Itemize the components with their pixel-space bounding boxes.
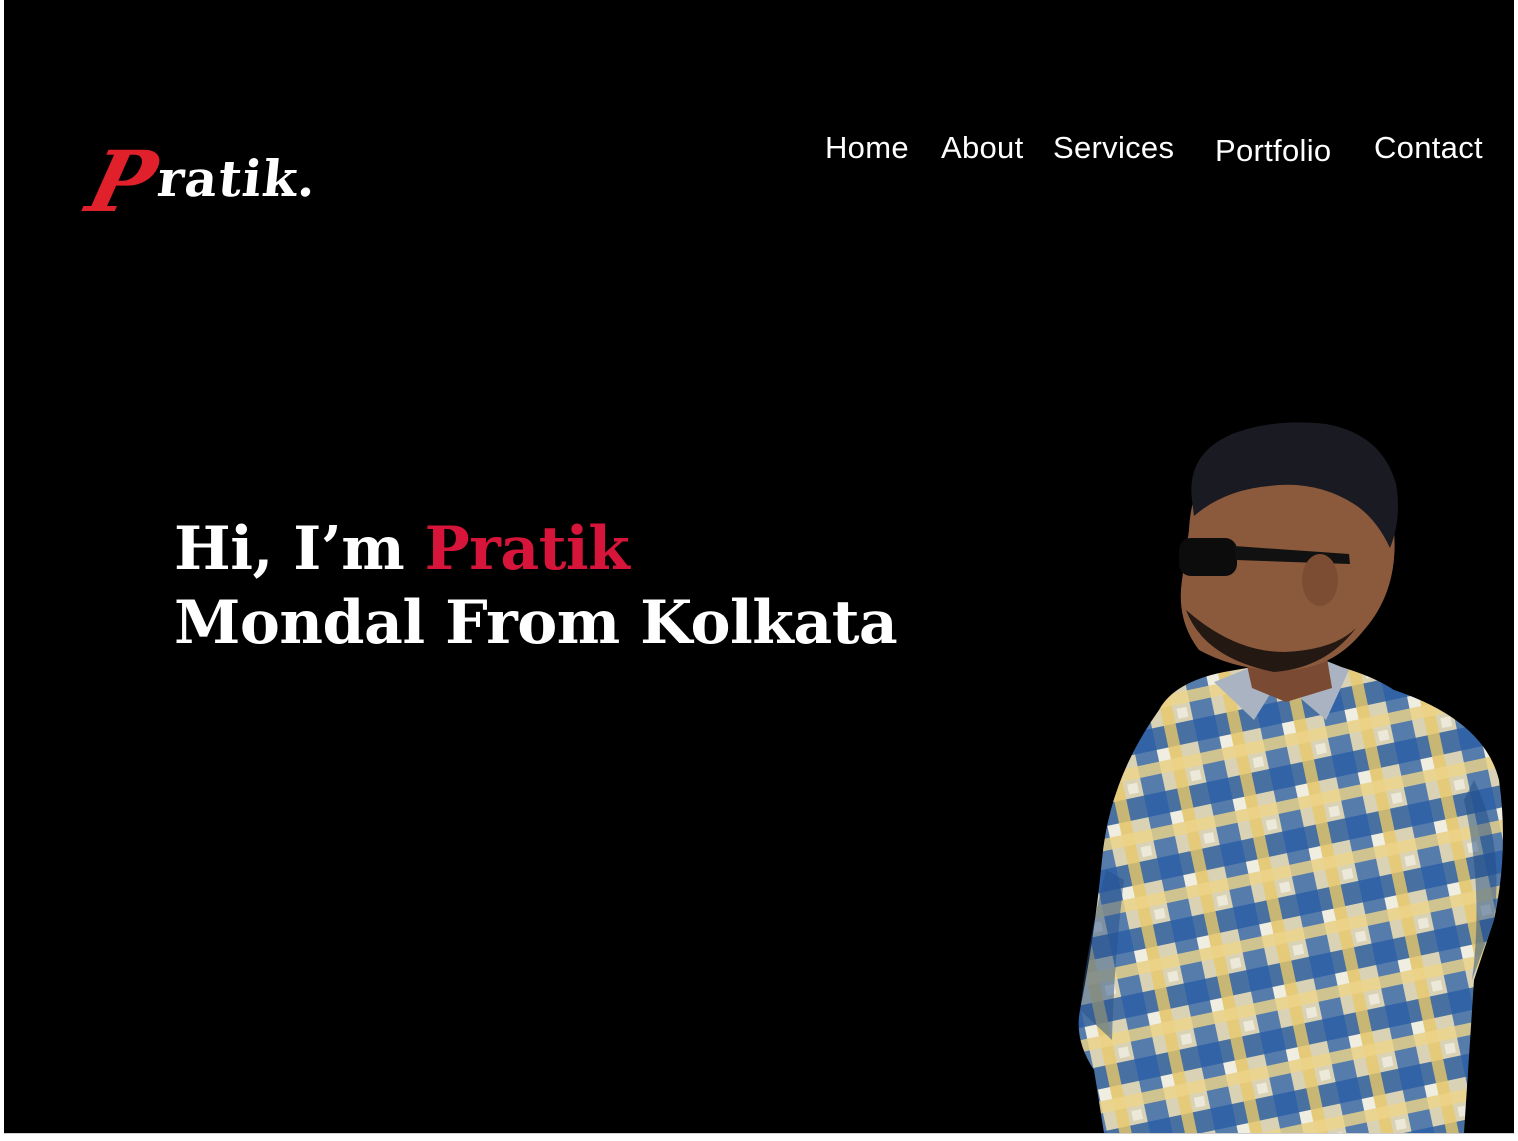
hero-first-name: Pratik (424, 514, 630, 584)
nav-contact[interactable]: Contact (1374, 130, 1483, 166)
hero-heading: Hi, I’m Pratik Mondal From Kolkata (174, 512, 898, 660)
main-nav: Home About Services Portfolio Contact (4, 130, 1514, 174)
nav-about[interactable]: About (941, 130, 1024, 166)
nav-home[interactable]: Home (825, 130, 909, 166)
hero-greeting: Hi, I’m (174, 514, 425, 584)
nav-services[interactable]: Services (1053, 130, 1174, 166)
hero-line-2: Mondal From Kolkata (174, 588, 898, 658)
landing-page: P ratik. Home About Services Portfolio C… (4, 0, 1514, 1134)
nav-portfolio[interactable]: Portfolio (1215, 133, 1331, 169)
person-photo-icon (1064, 420, 1514, 1133)
